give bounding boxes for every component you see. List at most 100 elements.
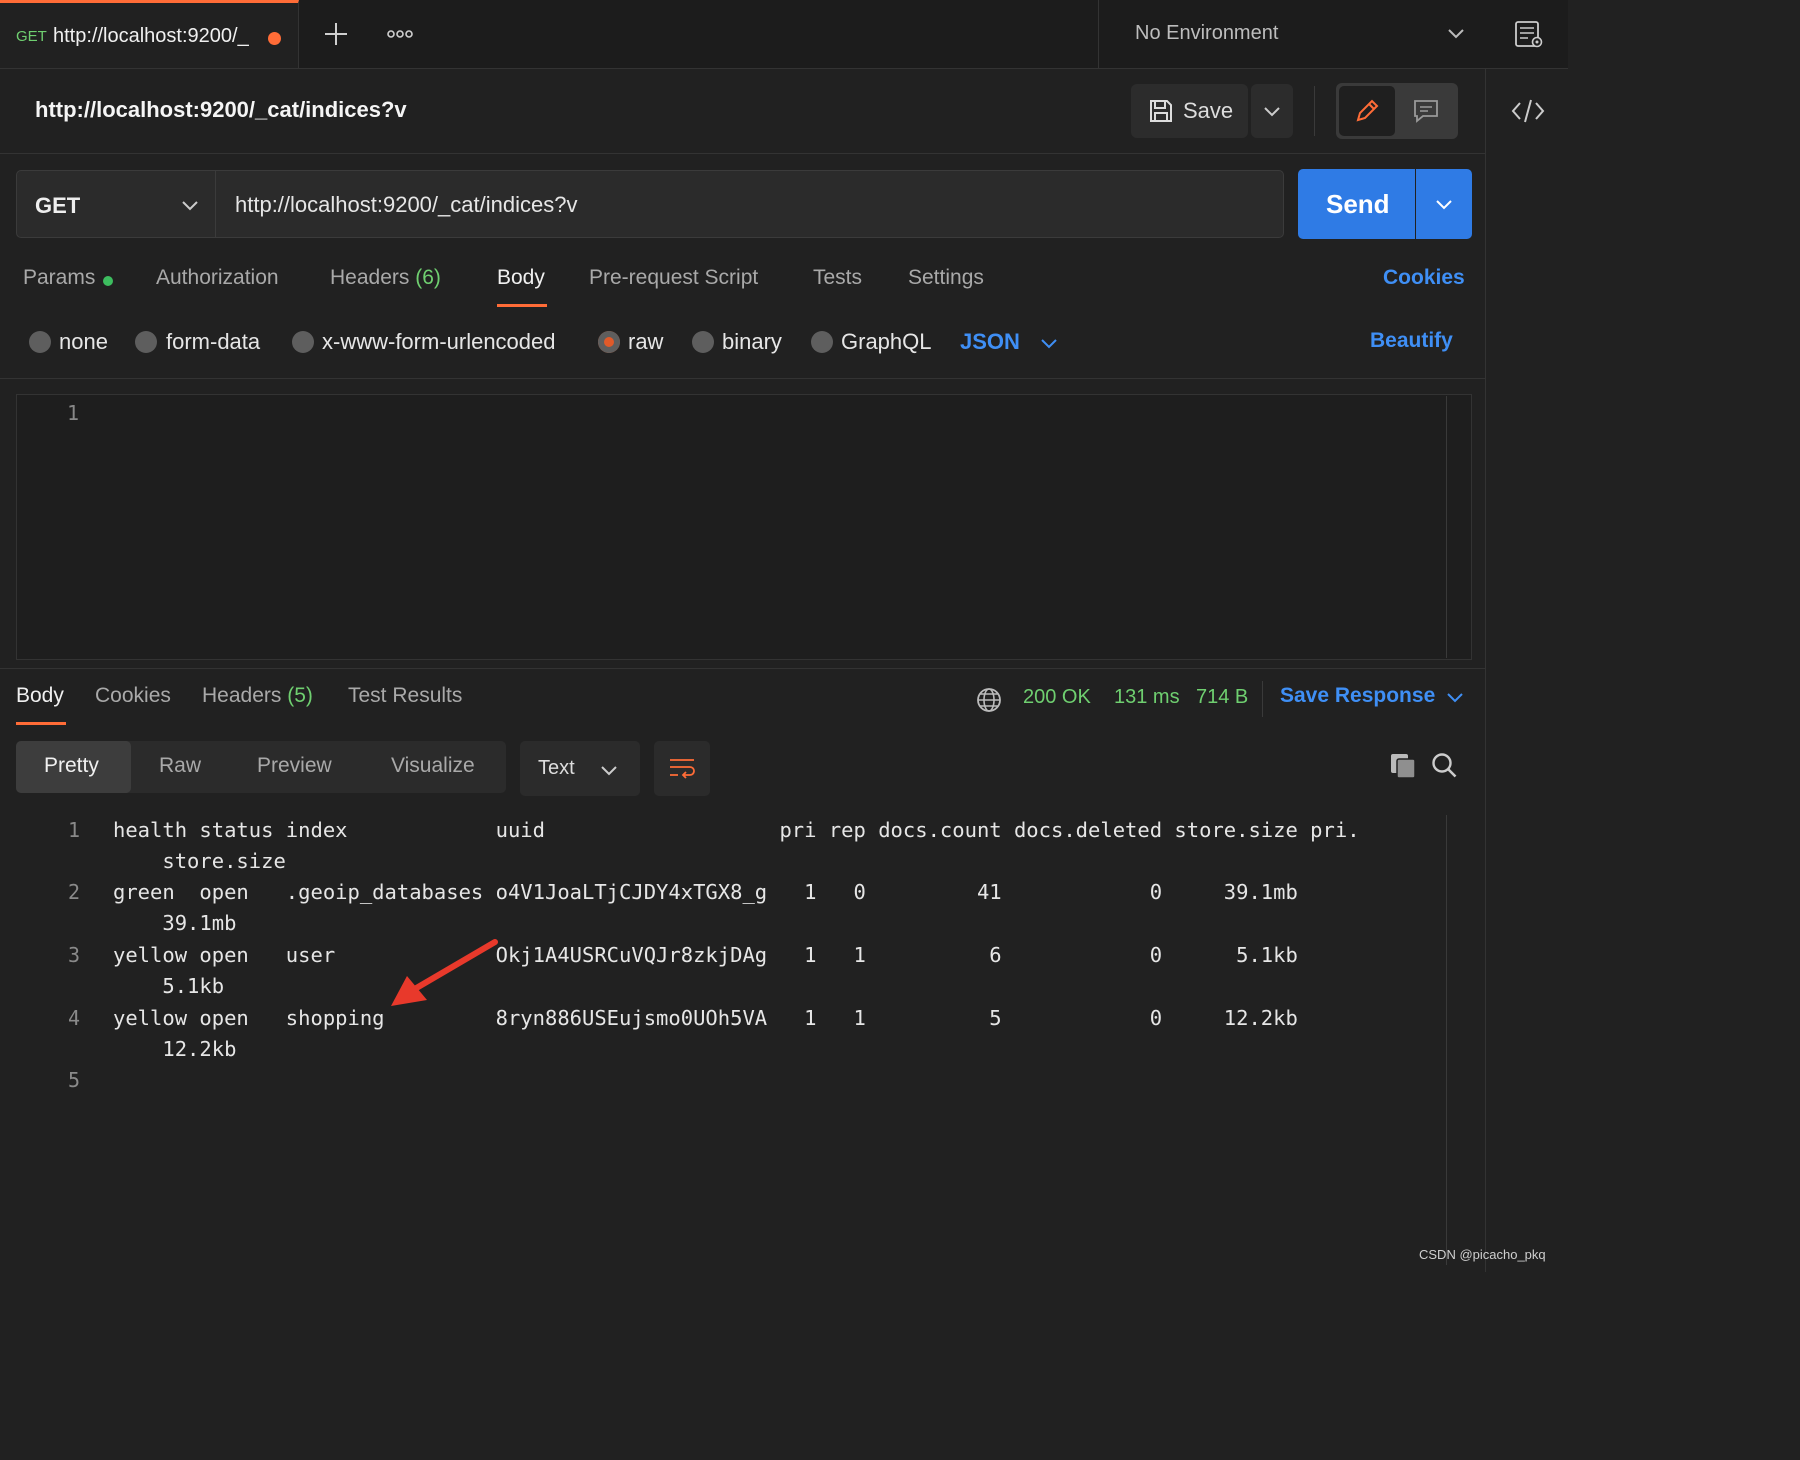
wrap-lines-button[interactable]: [654, 741, 710, 796]
tab-headers-label: Headers: [330, 266, 410, 289]
radio-form-data-label: form-data: [166, 329, 261, 354]
environment-quick-look-icon[interactable]: [1512, 18, 1544, 50]
line-number: 3: [67, 943, 80, 967]
code-line-wrap: 5.1kb: [113, 974, 225, 998]
send-dropdown-button[interactable]: [1416, 169, 1472, 239]
view-raw-button[interactable]: Raw: [159, 754, 201, 778]
request-tab[interactable]: GET http://localhost:9200/_: [0, 0, 299, 68]
environment-label: No Environment: [1135, 22, 1279, 44]
code-line: yellow open user Okj1A4USRCuVQJr8zkjDAg …: [113, 943, 1298, 967]
radio-none[interactable]: [29, 331, 51, 353]
response-size[interactable]: 714 B: [1196, 686, 1248, 709]
cookies-link[interactable]: Cookies: [1383, 266, 1465, 290]
response-tab-headers[interactable]: Headers (5): [202, 684, 313, 708]
copy-icon[interactable]: [1388, 751, 1418, 781]
editor-scrollbar[interactable]: [1446, 396, 1447, 658]
url-text: http://localhost:9200/_cat/indices?v: [235, 192, 578, 217]
watermark: CSDN @picacho_pkq: [1419, 1247, 1546, 1262]
save-label: Save: [1183, 98, 1234, 123]
response-tab-cookies[interactable]: Cookies: [95, 684, 171, 708]
chevron-down-icon[interactable]: [1446, 690, 1464, 704]
tab-authorization[interactable]: Authorization: [156, 266, 279, 290]
code-line-wrap: 39.1mb: [113, 911, 237, 935]
radio-urlencoded-label: x-www-form-urlencoded: [322, 329, 556, 354]
radio-binary[interactable]: [692, 331, 714, 353]
environment-selector[interactable]: No Environment: [1098, 0, 1486, 68]
request-title[interactable]: http://localhost:9200/_cat/indices?v: [35, 97, 407, 123]
code-line-wrap: 12.2kb: [113, 1037, 237, 1061]
send-label: Send: [1326, 189, 1390, 219]
new-tab-plus-icon[interactable]: [322, 20, 350, 48]
globe-icon[interactable]: [975, 686, 1003, 714]
right-sidebar: [1485, 69, 1569, 1272]
pencil-icon: [1356, 99, 1379, 122]
code-line: health status index uuid pri rep docs.co…: [113, 818, 1360, 842]
request-tab-method: GET: [16, 28, 47, 45]
radio-none-label: none: [59, 329, 108, 354]
save-button[interactable]: Save: [1131, 84, 1248, 138]
tab-headers[interactable]: Headers (6): [330, 266, 441, 290]
save-dropdown-button[interactable]: [1251, 84, 1293, 138]
save-response-button[interactable]: Save Response: [1280, 684, 1435, 708]
tab-params[interactable]: Params: [23, 266, 95, 290]
divider: [1262, 681, 1263, 717]
radio-raw[interactable]: [598, 331, 620, 353]
divider: [0, 668, 1485, 669]
code-line-wrap: store.size: [113, 849, 286, 873]
line-number: 5: [67, 1068, 80, 1092]
beautify-button[interactable]: Beautify: [1370, 329, 1453, 353]
code-line: yellow open shopping 8ryn886USEujsmo0UOh…: [113, 1006, 1298, 1030]
chevron-down-icon: [1436, 200, 1452, 210]
response-tab-body[interactable]: Body: [16, 684, 64, 708]
url-input[interactable]: http://localhost:9200/_cat/indices?v: [216, 170, 1284, 238]
view-preview-button[interactable]: Preview: [257, 754, 332, 778]
tab-settings[interactable]: Settings: [908, 266, 984, 290]
send-button[interactable]: Send: [1298, 169, 1415, 239]
method-select[interactable]: GET: [16, 170, 216, 238]
search-icon[interactable]: [1430, 751, 1460, 781]
response-format-select[interactable]: Text: [520, 741, 640, 796]
tab-body[interactable]: Body: [497, 266, 545, 290]
tab-tests[interactable]: Tests: [813, 266, 862, 290]
line-number: 4: [67, 1006, 80, 1030]
radio-raw-label: raw: [628, 329, 664, 354]
chevron-down-icon: [601, 766, 617, 776]
active-tab-underline: [16, 722, 66, 725]
divider: [0, 153, 1485, 154]
tab-headers-count: (6): [415, 266, 441, 289]
toolbar-divider: [1314, 86, 1315, 136]
save-icon: [1150, 100, 1172, 122]
body-format-select[interactable]: JSON: [960, 329, 1020, 355]
line-number: 1: [67, 818, 80, 842]
radio-urlencoded[interactable]: [292, 331, 314, 353]
response-status[interactable]: 200 OK: [1023, 686, 1091, 709]
line-number: 2: [67, 880, 80, 904]
radio-graphql[interactable]: [811, 331, 833, 353]
response-format-label: Text: [538, 757, 575, 779]
chevron-down-icon[interactable]: [1040, 336, 1058, 350]
comment-icon: [1414, 100, 1438, 123]
line-number: 1: [67, 401, 80, 425]
code-snippet-icon[interactable]: [1510, 96, 1546, 126]
tab-prerequest-script[interactable]: Pre-request Script: [589, 266, 758, 290]
chevron-down-icon: [182, 201, 198, 211]
divider: [0, 378, 1485, 379]
code-line: green open .geoip_databases o4V1JoaLTjCJ…: [113, 880, 1298, 904]
radio-form-data[interactable]: [135, 331, 157, 353]
red-arrow-annotation: [391, 939, 498, 1006]
more-tabs-icon[interactable]: [386, 22, 414, 46]
response-scrollbar[interactable]: [1446, 815, 1447, 1265]
body-editor[interactable]: 1: [16, 394, 1472, 660]
unsaved-dot-icon: [268, 32, 281, 45]
view-pretty-label[interactable]: Pretty: [44, 754, 99, 778]
response-tab-test-results[interactable]: Test Results: [348, 684, 462, 708]
radio-binary-label: binary: [722, 329, 782, 354]
response-tab-headers-label: Headers: [202, 684, 282, 707]
response-time[interactable]: 131 ms: [1114, 686, 1180, 709]
edit-mode-button[interactable]: [1339, 86, 1395, 136]
active-tab-underline: [497, 304, 547, 307]
request-tab-url: http://localhost:9200/_: [53, 25, 249, 47]
params-indicator-dot: [103, 276, 113, 286]
comments-button[interactable]: [1400, 86, 1454, 136]
view-visualize-button[interactable]: Visualize: [391, 754, 475, 778]
